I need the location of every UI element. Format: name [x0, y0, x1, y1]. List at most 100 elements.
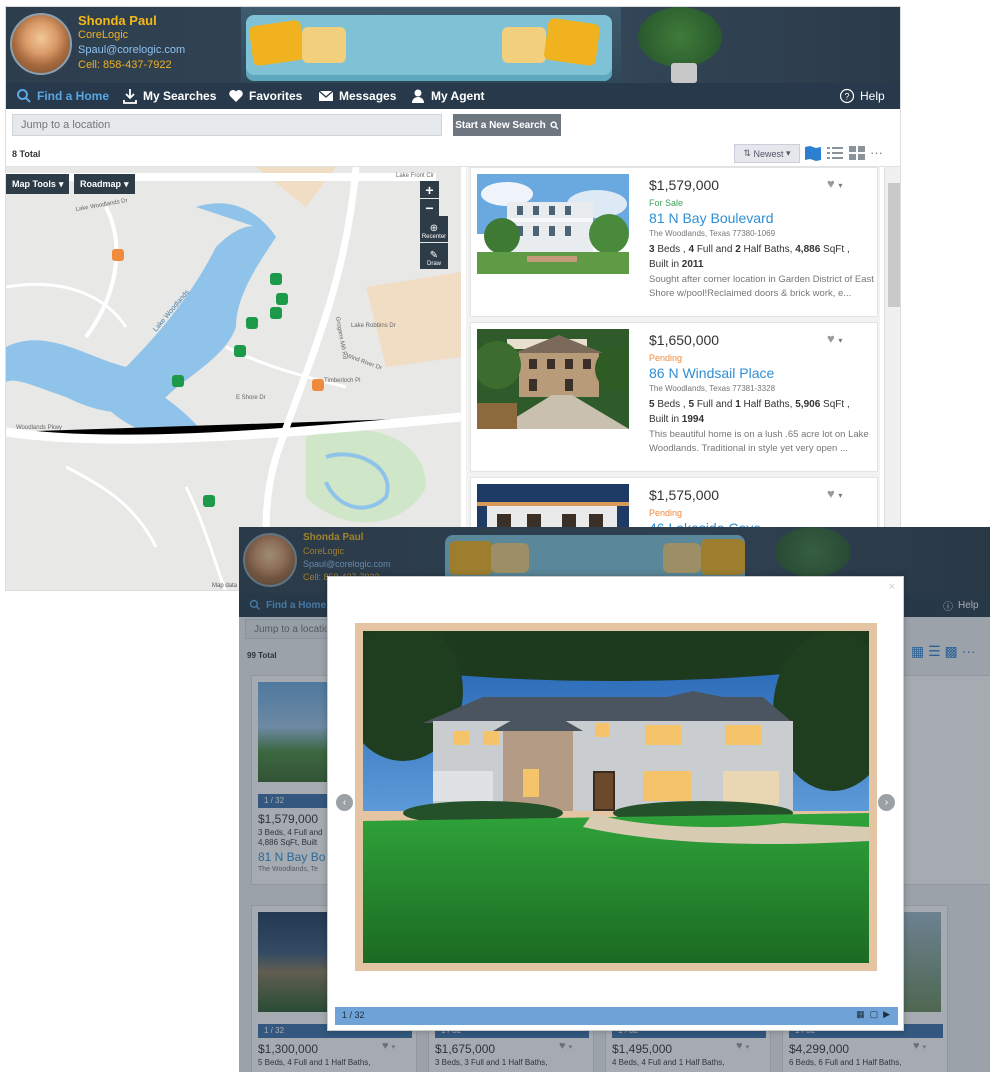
agent-phone[interactable]: Cell: 858-437-7922 [78, 59, 172, 71]
agent-email[interactable]: Spaul@corelogic.com [78, 44, 185, 56]
map-tools-label: Map Tools [12, 179, 56, 189]
zoom-in-button[interactable]: + [420, 181, 439, 198]
map-tools-dropdown[interactable]: Map Tools ▾ [6, 174, 70, 194]
map-label: Timberloch Pl [324, 378, 360, 384]
crosshair-icon: ⊕ [429, 223, 439, 234]
map-label: Woodlands Pkwy [16, 425, 62, 431]
map-label: Lake Robbins Dr [351, 323, 396, 329]
help-icon: ? [839, 88, 855, 104]
listing-pin-icon[interactable] [246, 317, 258, 329]
plant-graphic [638, 7, 722, 67]
start-new-search-label: Start a New Search [455, 119, 546, 131]
photo-frame [355, 623, 877, 971]
house-photo [477, 174, 629, 274]
gallery-controls[interactable]: ▦ ▢ ▶ [856, 1009, 890, 1020]
results-toolbar: 8 Total ⇅ Newest ▾ ··· [6, 141, 900, 167]
sort-dropdown[interactable]: ⇅ Newest ▾ [734, 144, 800, 163]
listing-price: $1,575,000 [649, 487, 720, 503]
listing-photo[interactable] [477, 174, 629, 274]
more-options-icon[interactable]: ··· [870, 145, 883, 160]
envelope-icon [318, 90, 334, 101]
draw-label: Draw [426, 261, 441, 267]
composite-screenshot: Shonda Paul CoreLogic Spaul@corelogic.co… [0, 0, 990, 1072]
list-view-icon[interactable] [826, 145, 844, 161]
nav-my-searches[interactable]: My Searches [122, 83, 216, 109]
nav-my-agent-label: My Agent [431, 89, 485, 103]
listing-card[interactable]: $1,579,000 ♥ ▾ For Sale 81 N Bay Bouleva… [470, 167, 878, 317]
recenter-button[interactable]: ⊕ Recenter [420, 216, 448, 242]
scroll-thumb[interactable] [888, 183, 900, 307]
nav-messages[interactable]: Messages [318, 83, 396, 109]
listing-pin-icon[interactable] [172, 375, 184, 387]
nav-messages-label: Messages [339, 89, 397, 103]
listing-pin-icon[interactable] [270, 307, 282, 319]
sort-label: Newest [753, 148, 784, 159]
nav-my-agent[interactable]: My Agent [410, 83, 485, 109]
map-label: Lake Front Cir [396, 173, 434, 179]
search-map-view: Shonda Paul CoreLogic Spaul@corelogic.co… [5, 6, 901, 591]
heart-icon [229, 90, 243, 102]
listing-city: The Woodlands, Texas 77380-1069 [649, 229, 776, 238]
pillow-graphic [302, 27, 346, 63]
listing-pin-icon[interactable] [234, 345, 246, 357]
start-new-search-button[interactable]: Start a New Search [453, 114, 561, 136]
agent-header: Shonda Paul CoreLogic Spaul@corelogic.co… [6, 7, 900, 83]
listing-address-link[interactable]: 86 N Windsail Place [649, 365, 774, 381]
pillow-graphic [248, 19, 306, 67]
nav-favorites[interactable]: Favorites [228, 83, 302, 109]
next-photo-button[interactable]: › [878, 794, 895, 811]
listing-status: Pending [649, 353, 683, 363]
dusk-house-image [363, 631, 869, 963]
listing-card[interactable]: $1,650,000 ♥ ▾ Pending 86 N Windsail Pla… [470, 322, 878, 472]
listing-description: This beautiful home is on a lush .65 acr… [649, 429, 869, 454]
agent-avatar [10, 13, 72, 75]
listing-price: $1,579,000 [649, 177, 720, 193]
nav-find-home[interactable]: Find a Home [16, 83, 109, 109]
listing-photo[interactable] [477, 329, 629, 429]
agent-name: Shonda Paul [78, 13, 157, 28]
close-icon[interactable]: × [889, 581, 895, 593]
draw-icon: ✎ [429, 250, 439, 261]
search-row: Start a New Search [6, 109, 900, 141]
favorite-heart-icon[interactable]: ♥ ▾ [827, 486, 851, 501]
listing-city: The Woodlands, Texas 77381-3328 [649, 384, 776, 393]
listing-address-link[interactable]: 81 N Bay Boulevard [649, 210, 774, 226]
svg-text:?: ? [844, 92, 849, 102]
map-credit: Map data [212, 583, 238, 589]
pillow-graphic [543, 17, 601, 67]
nav-my-searches-label: My Searches [143, 89, 217, 103]
house-photo [363, 631, 869, 963]
nav-help[interactable]: ? Help [839, 83, 885, 109]
zoom-out-button[interactable]: − [420, 199, 439, 216]
grid-view-icon[interactable] [848, 145, 866, 161]
map-type-dropdown[interactable]: Roadmap ▾ [74, 174, 135, 194]
recenter-label: Recenter [421, 234, 447, 240]
house-photo [477, 329, 629, 429]
location-search-input[interactable] [12, 114, 442, 136]
map-type-label: Roadmap [80, 179, 122, 189]
listing-pin-icon[interactable] [312, 379, 324, 391]
listing-description: Sought after corner location in Garden D… [649, 274, 874, 299]
map-view-icon[interactable] [804, 145, 822, 161]
listing-status: For Sale [649, 198, 684, 208]
listing-pin-icon[interactable] [203, 495, 215, 507]
listing-pin-icon[interactable] [276, 293, 288, 305]
listing-pin-icon[interactable] [270, 273, 282, 285]
listing-pin-icon[interactable] [112, 249, 124, 261]
pillow-graphic [502, 27, 546, 63]
photo-gallery-view: Shonda Paul CoreLogic Spaul@corelogic.co… [239, 527, 990, 1072]
results-total: 8 Total [12, 149, 41, 159]
plant-pot-graphic [671, 63, 697, 83]
prev-photo-button[interactable]: ‹ [336, 794, 353, 811]
favorite-heart-icon[interactable]: ♥ ▾ [827, 176, 851, 191]
search-icon [17, 89, 31, 103]
draw-button[interactable]: ✎ Draw [420, 243, 448, 269]
lightbox-footer: 1 / 32 ▦ ▢ ▶ [335, 1007, 898, 1025]
nav-help-label: Help [860, 89, 885, 103]
favorite-heart-icon[interactable]: ♥ ▾ [827, 331, 851, 346]
photo-lightbox: × ‹ › 1 / 32 ▦ ▢ ▶ [327, 576, 904, 1031]
nav-find-home-label: Find a Home [37, 89, 110, 103]
map-label: E Shore Dr [236, 395, 266, 401]
person-icon [412, 89, 424, 103]
search-icon [550, 120, 559, 129]
